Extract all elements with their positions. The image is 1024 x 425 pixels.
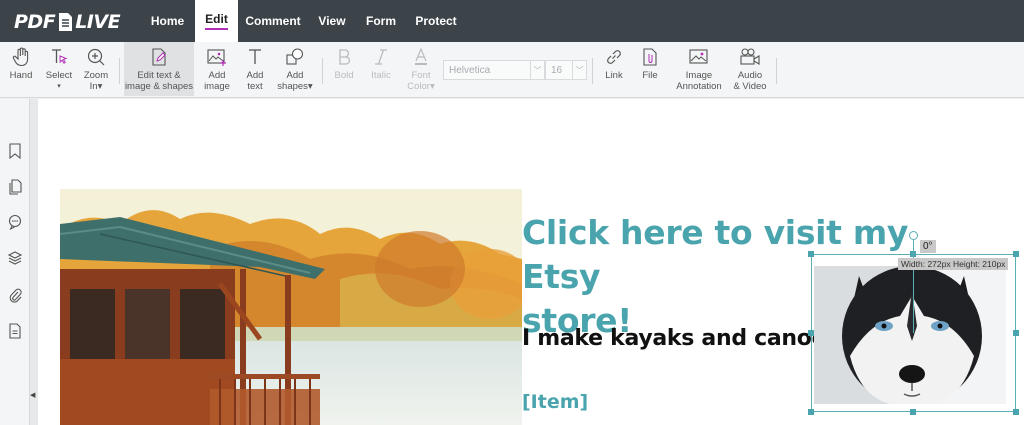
subheading-text[interactable]: I make kayaks and canoes. bbox=[522, 326, 847, 351]
logo-text-pdf: PDF bbox=[14, 11, 56, 33]
link-icon bbox=[607, 50, 621, 64]
top-navigation-bar: PDF LIVE Home Edit Comment View Form Pro… bbox=[0, 0, 1024, 42]
app-logo[interactable]: PDF LIVE bbox=[14, 11, 121, 33]
image-annotation-button[interactable]: Image Annotation bbox=[672, 42, 726, 96]
add-shapes-button[interactable]: Add shapes▾ bbox=[273, 42, 317, 96]
tab-edit[interactable]: Edit bbox=[195, 0, 238, 42]
toolbar-divider bbox=[119, 58, 120, 84]
edit-document-icon bbox=[152, 48, 166, 66]
resize-handle-bottom-right[interactable] bbox=[1013, 409, 1019, 415]
add-image-icon bbox=[207, 49, 226, 66]
font-color-button[interactable]: Font Color▾ bbox=[402, 42, 440, 96]
italic-icon bbox=[375, 49, 387, 65]
edit-toolbar: Hand Select ▾ Zoom In▾ Edit text & image… bbox=[0, 42, 1024, 98]
tab-protect[interactable]: Protect bbox=[410, 0, 462, 42]
audio-video-button[interactable]: Audio & Video bbox=[730, 42, 770, 96]
toolbar-divider bbox=[592, 58, 593, 84]
zoom-in-button[interactable]: Zoom In▾ bbox=[78, 42, 114, 96]
tab-comment[interactable]: Comment bbox=[240, 0, 306, 42]
select-tool-button[interactable]: Select ▾ bbox=[40, 42, 78, 96]
toolbar-divider bbox=[322, 58, 323, 84]
edit-text-image-shapes-button[interactable]: Edit text & image & shapes bbox=[124, 42, 194, 96]
resize-handle-top-left[interactable] bbox=[808, 251, 814, 257]
layers-icon[interactable] bbox=[8, 250, 22, 266]
collapse-arrow-icon: ◀ bbox=[30, 392, 36, 399]
italic-button[interactable]: Italic bbox=[364, 42, 398, 96]
video-camera-icon bbox=[740, 48, 760, 65]
left-sidebar bbox=[0, 99, 30, 425]
resize-handle-right[interactable] bbox=[1013, 330, 1019, 336]
boathouse-photo[interactable] bbox=[60, 189, 522, 425]
text-t-icon bbox=[249, 49, 261, 64]
attachment-icon[interactable] bbox=[8, 287, 22, 303]
husky-photo[interactable] bbox=[814, 266, 1006, 404]
image-annotation-icon bbox=[689, 49, 708, 64]
tab-view[interactable]: View bbox=[310, 0, 354, 42]
link-button[interactable]: Link bbox=[598, 42, 630, 96]
comments-icon[interactable] bbox=[8, 214, 22, 230]
resize-handle-left[interactable] bbox=[808, 330, 814, 336]
tab-form[interactable]: Form bbox=[360, 0, 402, 42]
file-attach-icon bbox=[643, 48, 657, 66]
toolbar-divider bbox=[776, 58, 777, 84]
zoom-in-icon bbox=[87, 48, 105, 66]
bold-icon bbox=[339, 49, 351, 65]
bold-button[interactable]: Bold bbox=[328, 42, 360, 96]
bookmark-icon[interactable] bbox=[8, 143, 22, 159]
tab-home[interactable]: Home bbox=[140, 0, 195, 42]
resize-handle-top-right[interactable] bbox=[1013, 251, 1019, 257]
resize-handle-bottom[interactable] bbox=[910, 409, 916, 415]
file-button[interactable]: File bbox=[634, 42, 666, 96]
add-text-button[interactable]: Add text bbox=[237, 42, 273, 96]
rotation-angle-tooltip: 0° bbox=[920, 240, 936, 253]
item-placeholder-text[interactable]: [Item] bbox=[522, 391, 588, 413]
font-color-icon bbox=[415, 47, 427, 65]
font-size-select[interactable]: 16 ﹀ bbox=[545, 60, 587, 80]
chevron-down-icon: ﹀ bbox=[572, 61, 586, 79]
pages-icon[interactable] bbox=[8, 179, 22, 195]
shapes-icon bbox=[286, 48, 304, 65]
sidebar-collapse-handle[interactable]: ◀ bbox=[30, 99, 38, 425]
logo-document-icon bbox=[57, 12, 73, 32]
text-cursor-select-icon bbox=[52, 49, 68, 64]
rotation-guide-line bbox=[913, 237, 914, 333]
dimensions-tooltip: Width: 272px Height: 210px bbox=[898, 258, 1009, 270]
resize-handle-bottom-left[interactable] bbox=[808, 409, 814, 415]
rotate-handle[interactable] bbox=[909, 231, 918, 240]
add-image-button[interactable]: Add image bbox=[197, 42, 237, 96]
hand-icon bbox=[12, 47, 29, 67]
hand-tool-button[interactable]: Hand bbox=[2, 42, 40, 96]
document-page: Click here to visit my Etsy store! I mak… bbox=[38, 99, 1024, 425]
document-properties-icon[interactable] bbox=[8, 323, 22, 339]
logo-text-live: LIVE bbox=[75, 11, 121, 33]
chevron-down-icon: ﹀ bbox=[530, 61, 544, 79]
font-family-select[interactable]: Helvetica ﹀ bbox=[443, 60, 545, 80]
